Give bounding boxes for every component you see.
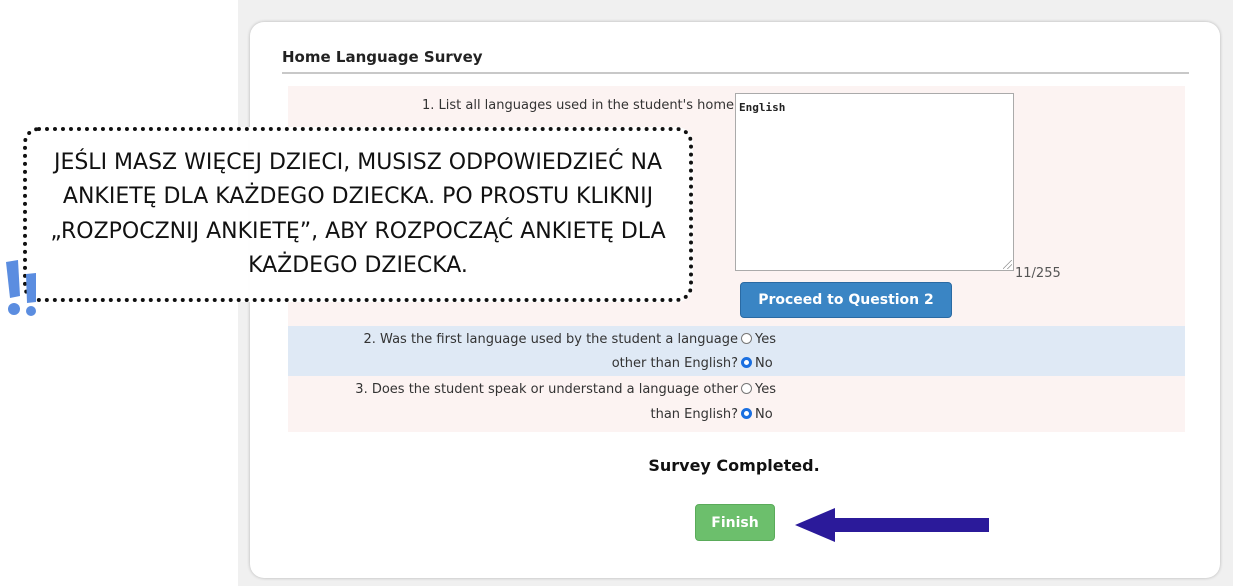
question-3-option-yes[interactable]: Yes [741,382,776,397]
question-3-option-no-label: No [755,407,773,422]
survey-title: Home Language Survey [282,48,483,66]
question-2-label-line1: 2. Was the first language used by the st… [363,332,738,347]
languages-textarea-value: English [739,101,786,114]
languages-textarea[interactable]: English [735,93,1014,271]
title-divider [282,72,1189,74]
question-3-option-yes-label: Yes [755,382,776,397]
character-counter: 11/255 [1015,266,1061,281]
question-2-label-line2: other than English? [611,356,738,371]
callout-text: JEŚLI MASZ WIĘCEJ DZIECI, MUSISZ ODPOWIE… [50,150,666,278]
proceed-to-question-2-button[interactable]: Proceed to Question 2 [740,282,952,318]
resize-handle-icon[interactable] [1003,260,1012,269]
radio-unchecked-icon[interactable] [741,383,752,394]
finish-button[interactable]: Finish [695,504,775,541]
question-1-label: 1. List all languages used in the studen… [421,98,734,113]
question-2-option-yes-label: Yes [755,332,776,347]
question-3-label-line1: 3. Does the student speak or understand … [355,382,738,397]
radio-unchecked-icon[interactable] [741,333,752,344]
question-2-option-no[interactable]: No [741,356,773,371]
question-2-option-no-label: No [755,356,773,371]
callout-bubble: JEŚLI MASZ WIĘCEJ DZIECI, MUSISZ ODPOWIE… [23,127,693,302]
question-3-option-no[interactable]: No [741,407,773,422]
radio-checked-icon[interactable] [741,357,752,368]
double-exclamation-icon [6,260,36,316]
question-3-label-line2: than English? [650,407,738,422]
survey-status: Survey Completed. [648,456,820,475]
question-2-option-yes[interactable]: Yes [741,332,776,347]
arrow-left-icon [795,508,989,542]
radio-checked-icon[interactable] [741,408,752,419]
